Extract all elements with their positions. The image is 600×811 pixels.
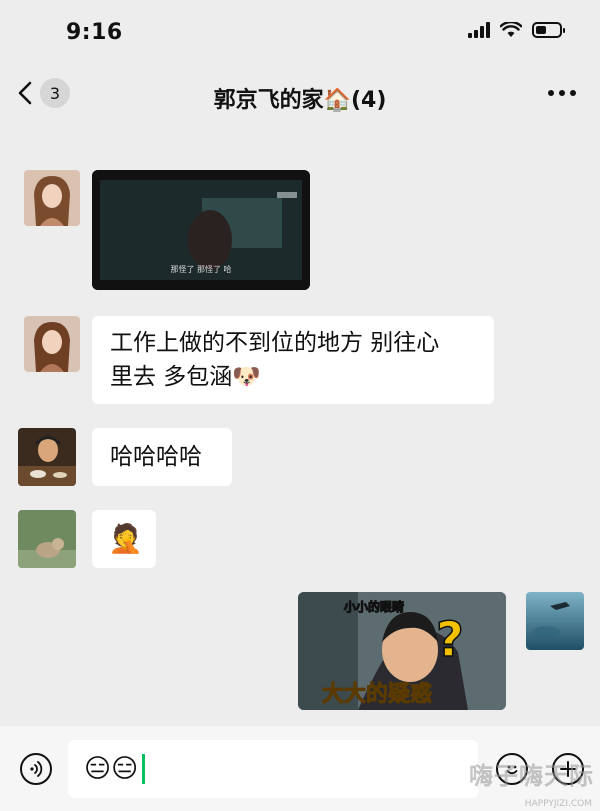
text-message-bubble[interactable]: 工作上做的不到位的地方 别往心 里去 多包涵🐶 [92, 316, 494, 404]
sticker-caption-bottom: 大大的疑惑 [321, 682, 433, 708]
message-line: 里去 多包涵🐶 [110, 364, 261, 390]
status-icons [468, 22, 565, 38]
message-text: 哈哈哈哈 [110, 444, 202, 470]
woman-long-hair-avatar-icon [24, 316, 80, 372]
wifi-icon [500, 22, 522, 37]
sender-avatar[interactable] [24, 316, 80, 372]
video-message[interactable]: 那怪了 那怪了 哈 [92, 170, 310, 290]
text-message-bubble[interactable]: 哈哈哈哈 [92, 428, 232, 486]
voice-wave-icon [30, 761, 43, 777]
status-time: 9:16 [66, 20, 123, 45]
nav-bar: 3 郭京飞的家🏠(4) [0, 66, 600, 130]
sticker-message[interactable]: 小小的眼睛 ? 大大的疑惑 [298, 592, 506, 710]
watermark-text: 嗨子嗨天际 [469, 762, 594, 790]
sender-avatar[interactable] [18, 428, 76, 486]
text-cursor [142, 754, 146, 784]
message-input[interactable]: 😑😑 [68, 740, 478, 798]
ocean-diver-avatar-icon [526, 592, 584, 650]
video-subtitle: 那怪了 那怪了 哈 [170, 265, 232, 274]
sender-avatar[interactable] [18, 510, 76, 568]
message-line: 工作上做的不到位的地方 别往心 [110, 330, 440, 356]
own-avatar[interactable] [526, 592, 584, 650]
sticker-question-mark: ? [435, 611, 464, 669]
face-palm-emoji: 🤦 [108, 522, 143, 555]
status-bar: 9:16 [0, 0, 600, 66]
woman-long-hair-avatar-icon [24, 170, 80, 226]
cartoon-cat-avatar-icon [18, 510, 76, 568]
sender-avatar[interactable] [24, 170, 80, 226]
more-options-button[interactable] [548, 90, 576, 96]
emoji-message-bubble[interactable]: 🤦 [92, 510, 156, 568]
man-dining-avatar-icon [18, 428, 76, 486]
cellular-signal-icon [468, 22, 490, 38]
input-value: 😑😑 [84, 754, 139, 784]
input-bar: 😑😑 嗨子嗨天际 HAPPYJIZI.COM [0, 726, 600, 811]
battery-icon [532, 22, 565, 38]
voice-input-button[interactable] [20, 753, 52, 785]
watermark-sub: HAPPYJIZI.COM [524, 799, 592, 809]
sticker-caption-top: 小小的眼睛 [343, 600, 405, 615]
chat-title: 郭京飞的家🏠(4) [213, 88, 387, 113]
